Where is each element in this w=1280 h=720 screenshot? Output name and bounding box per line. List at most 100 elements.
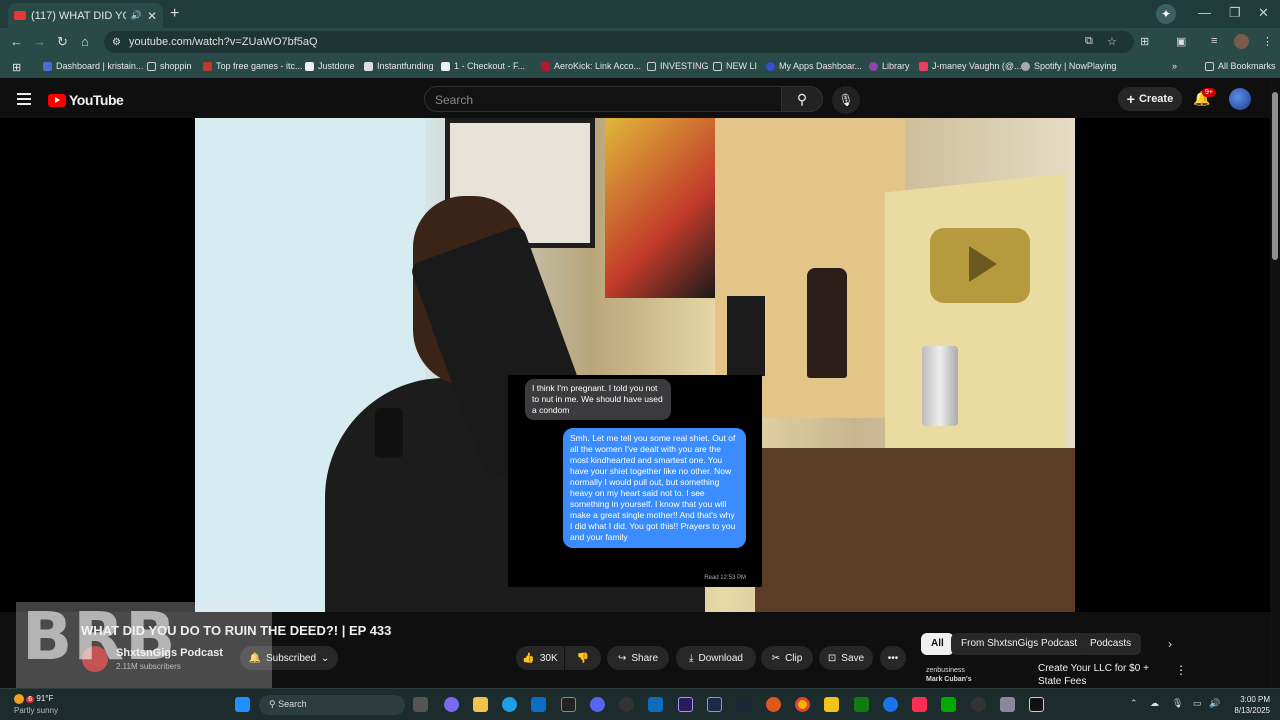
- extensions-icon[interactable]: ⊞: [1140, 35, 1149, 48]
- chrome-menu-icon[interactable]: ⋮: [1262, 35, 1273, 48]
- taskbar-search[interactable]: ⚲ Search: [259, 695, 405, 715]
- volume-icon[interactable]: 🔊: [1209, 698, 1220, 709]
- side-panel-icon[interactable]: ▣: [1176, 35, 1186, 48]
- account-avatar[interactable]: [1229, 88, 1251, 110]
- voice-search-button[interactable]: 🎙: [832, 86, 860, 114]
- search-input[interactable]: Search: [424, 86, 782, 112]
- microphone-icon[interactable]: 🎙: [1172, 698, 1183, 709]
- address-bar[interactable]: ⚙ youtube.com/watch?v=ZUaWO7bf5aQ: [104, 31, 1134, 53]
- back-icon[interactable]: ←: [10, 34, 23, 49]
- save-button[interactable]: ⊡ Save: [819, 646, 873, 670]
- outlook-icon[interactable]: [648, 697, 663, 712]
- cloud-icon[interactable]: ☁: [1150, 698, 1159, 709]
- window-close-icon[interactable]: ✕: [1258, 5, 1269, 21]
- media-controls-icon[interactable]: ≡: [1211, 35, 1217, 47]
- bookmark-item[interactable]: Dashboard | kristain...: [43, 61, 143, 71]
- firefox-icon[interactable]: [766, 697, 781, 712]
- copilot-icon[interactable]: [444, 697, 459, 712]
- bookmarks-overflow-icon[interactable]: »: [1172, 61, 1177, 71]
- restore-icon[interactable]: ❐: [1229, 5, 1241, 21]
- forward-icon[interactable]: →: [33, 34, 46, 49]
- network-icon[interactable]: ▭: [1193, 698, 1202, 709]
- bookmark-folder[interactable]: NEW LI: [713, 61, 757, 71]
- all-bookmarks[interactable]: All Bookmarks: [1205, 61, 1276, 71]
- clip-button[interactable]: ✂ Clip: [761, 646, 813, 670]
- menu-icon[interactable]: [17, 93, 31, 105]
- gemini-icon[interactable]: ✦: [1156, 4, 1176, 24]
- tab-close-icon[interactable]: ✕: [147, 9, 157, 23]
- store-icon[interactable]: [531, 697, 546, 712]
- home-icon[interactable]: ⌂: [81, 34, 89, 49]
- app-icon[interactable]: [971, 697, 986, 712]
- weather-widget[interactable]: 6 91°F Partly sunny: [14, 693, 58, 716]
- bookmark-folder[interactable]: INVESTING: [647, 61, 709, 71]
- chip-podcasts[interactable]: Podcasts: [1080, 633, 1142, 655]
- poster-art: [605, 118, 715, 298]
- chip-all[interactable]: All: [921, 633, 954, 655]
- search-button[interactable]: ⚲: [781, 86, 823, 112]
- bookmark-item[interactable]: My Apps Dashboar...: [766, 61, 862, 71]
- dislike-button[interactable]: 👎: [565, 646, 601, 670]
- bookmark-item[interactable]: Instantfunding: [364, 61, 434, 71]
- ad-menu-icon[interactable]: ⋮: [1175, 663, 1187, 677]
- ad-brand-logo[interactable]: zenbusiness Mark Cuban's: [926, 666, 972, 684]
- reload-icon[interactable]: ↻: [57, 34, 68, 50]
- app-icon[interactable]: [619, 697, 634, 712]
- scrollbar-thumb[interactable]: [1272, 92, 1278, 260]
- page-scrollbar[interactable]: [1270, 80, 1280, 688]
- bookmark-favicon-icon: [1021, 61, 1030, 71]
- minimize-icon[interactable]: —: [1198, 5, 1211, 20]
- create-button[interactable]: + Create: [1118, 87, 1182, 111]
- url-text[interactable]: youtube.com/watch?v=ZUaWO7bf5aQ: [129, 36, 318, 48]
- epic-games-icon[interactable]: [561, 697, 576, 712]
- bookmark-item[interactable]: Justdone: [305, 61, 355, 71]
- youtube-header: YouTube Search ⚲ 🎙 + Create 🔔 9+: [0, 80, 1280, 118]
- chip-from-channel[interactable]: From ShxtsnGigs Podcast: [951, 633, 1088, 655]
- browser-tab-youtube[interactable]: (117) WHAT DID YOU DO T 🔊 ✕: [8, 3, 163, 28]
- youtube-logo[interactable]: YouTube: [48, 92, 124, 108]
- browser-toolbar: ← → ↻ ⌂ ⚙ youtube.com/watch?v=ZUaWO7bf5a…: [0, 28, 1280, 56]
- bookmark-item[interactable]: AeroKick: Link Acco...: [541, 61, 641, 71]
- bookmark-favicon-icon: [203, 61, 212, 71]
- bookmark-item[interactable]: 1 - Checkout - F...: [441, 61, 525, 71]
- lightroom-icon[interactable]: [707, 697, 722, 712]
- like-button[interactable]: 👍 30K: [516, 646, 564, 670]
- bookmark-item[interactable]: Spotify | NowPlaying: [1021, 61, 1116, 71]
- brb-overlay-text: BRB: [22, 598, 177, 675]
- bookmark-item[interactable]: J-maney Vaughn (@...: [919, 61, 1022, 71]
- browser-tab-strip: (117) WHAT DID YOU DO T 🔊 ✕ + ✦ — ❐ ✕: [0, 0, 1280, 28]
- discord-icon[interactable]: [590, 697, 605, 712]
- share-button[interactable]: ↪ Share: [607, 646, 669, 670]
- chips-next-icon[interactable]: ›: [1168, 637, 1172, 651]
- task-view-icon[interactable]: [413, 697, 428, 712]
- steam-icon[interactable]: [736, 697, 751, 712]
- download-button[interactable]: ⤓ Download: [676, 646, 756, 670]
- bookmark-item[interactable]: Library: [869, 61, 910, 71]
- taskbar-clock[interactable]: 3:00 PM 8/13/2025: [1226, 694, 1270, 716]
- app-icon[interactable]: [883, 697, 898, 712]
- chrome-icon[interactable]: [795, 697, 810, 712]
- site-info-icon[interactable]: ⚙: [112, 37, 121, 48]
- file-explorer-icon[interactable]: [473, 697, 488, 712]
- app-icon[interactable]: [824, 697, 839, 712]
- bookmark-item[interactable]: Top free games - itc...: [203, 61, 303, 71]
- premiere-icon[interactable]: [678, 697, 693, 712]
- speaker-icon[interactable]: 🔊: [131, 10, 142, 21]
- settings-icon[interactable]: [1000, 697, 1015, 712]
- new-tab-button[interactable]: +: [170, 5, 179, 23]
- edge-icon[interactable]: [502, 697, 517, 712]
- tray-overflow-icon[interactable]: ⌃: [1130, 698, 1138, 709]
- ad-title[interactable]: Create Your LLC for $0 + State Fees: [1038, 662, 1168, 688]
- app-icon[interactable]: [1029, 697, 1044, 712]
- more-actions-button[interactable]: •••: [880, 646, 906, 670]
- bookmark-folder[interactable]: shoppin: [147, 61, 192, 71]
- video-player[interactable]: I think I'm pregnant. I told you not to …: [0, 118, 1270, 612]
- app-icon[interactable]: [941, 697, 956, 712]
- windows-start-icon[interactable]: [235, 697, 250, 712]
- xbox-icon[interactable]: [854, 697, 869, 712]
- profile-avatar[interactable]: [1234, 34, 1249, 49]
- music-icon[interactable]: [912, 697, 927, 712]
- install-app-icon[interactable]: ⧉: [1085, 35, 1093, 48]
- bookmark-star-icon[interactable]: ☆: [1107, 35, 1117, 48]
- apps-grid-icon[interactable]: ⊞: [12, 61, 21, 74]
